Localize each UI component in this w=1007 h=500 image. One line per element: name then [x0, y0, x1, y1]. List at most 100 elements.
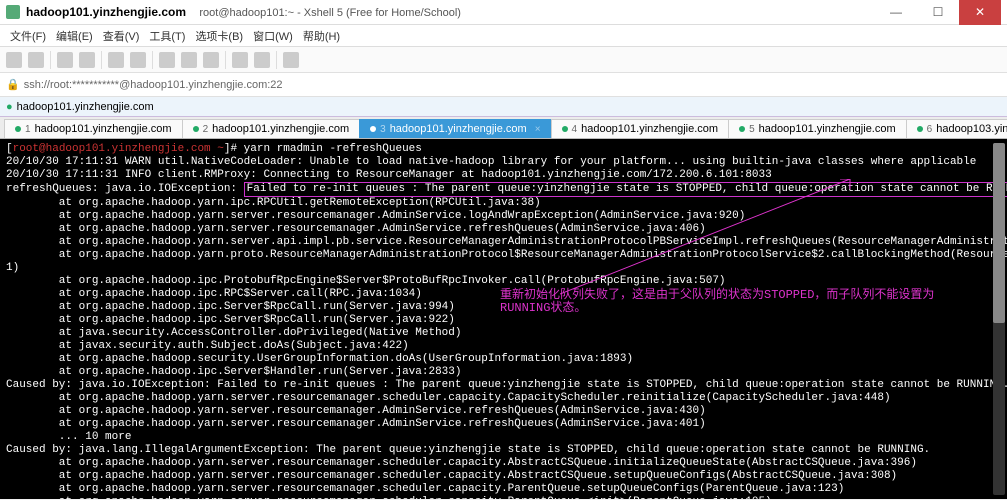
addressbar[interactable]: 🔒 ssh://root:***********@hadoop101.yinzh… [0, 73, 1007, 97]
output-line: at org.apache.hadoop.ipc.Server$RpcCall.… [6, 314, 1001, 327]
tab-num: 2 [203, 124, 209, 135]
menu-help[interactable]: 帮助(H) [299, 26, 344, 46]
lock-icon: 🔒 [6, 78, 20, 91]
terminal-scrollbar[interactable] [993, 143, 1005, 495]
local-tab[interactable]: ● hadoop101.yinzhengjie.com [0, 97, 1007, 117]
window-buttons: — ☐ ✕ [875, 0, 1001, 25]
output-line: at org.apache.hadoop.ipc.ProtobufRpcEngi… [6, 275, 1001, 288]
prompt-line: [root@hadoop101.yinzhengjie.com ~]# yarn… [6, 143, 1001, 156]
output-line: at org.apache.hadoop.yarn.server.resourc… [6, 223, 1001, 236]
output-line: at org.apache.hadoop.yarn.server.resourc… [6, 418, 1001, 431]
tab-2[interactable]: 2hadoop101.yinzhengjie.com [182, 119, 361, 138]
tab-label: hadoop101.yinzhengjie.com [390, 123, 527, 135]
output-line: 20/10/30 17:11:31 WARN util.NativeCodeLo… [6, 156, 1001, 169]
output-line: at org.apache.hadoop.ipc.Server$Handler.… [6, 366, 1001, 379]
menu-edit[interactable]: 编辑(E) [52, 26, 97, 46]
output-line: 1) [6, 262, 1001, 275]
output-line: at org.apache.hadoop.yarn.server.resourc… [6, 457, 1001, 470]
annotation-text: 重新初始化队列失败了，这是由于父队列的状态为STOPPED，而子队列不能设置为R… [500, 289, 980, 315]
output-line: at org.apache.hadoop.yarn.server.resourc… [6, 483, 1001, 496]
output-line: at org.apache.hadoop.yarn.server.resourc… [6, 470, 1001, 483]
toolbar-props-icon[interactable] [181, 52, 197, 68]
output-line: Caused by: java.io.IOException: Failed t… [6, 379, 1001, 392]
minimize-button[interactable]: — [875, 0, 917, 25]
output-line: at org.apache.hadoop.yarn.server.resourc… [6, 392, 1001, 405]
menu-view[interactable]: 查看(V) [99, 26, 144, 46]
tabstrip: 1hadoop101.yinzhengjie.com 2hadoop101.yi… [0, 117, 1007, 139]
close-button[interactable]: ✕ [959, 0, 1001, 25]
toolbar-paste-icon[interactable] [130, 52, 146, 68]
output-line: at org.apache.hadoop.yarn.server.resourc… [6, 405, 1001, 418]
tab-num: 1 [25, 124, 31, 135]
window-subtitle: root@hadoop101:~ - Xshell 5 (Free for Ho… [199, 7, 461, 19]
tab-6[interactable]: 6hadoop103.yinzhengjie.com [906, 119, 1007, 138]
status-dot-icon [193, 126, 199, 132]
toolbar-zoom-icon[interactable] [254, 52, 270, 68]
output-line: ... 10 more [6, 431, 1001, 444]
output-line: at org.apache.hadoop.yarn.proto.Resource… [6, 249, 1001, 262]
output-line: at org.apache.hadoop.yarn.server.resourc… [6, 210, 1001, 223]
toolbar-disconnect-icon[interactable] [79, 52, 95, 68]
status-dot-icon [739, 126, 745, 132]
maximize-button[interactable]: ☐ [917, 0, 959, 25]
tab-num: 3 [380, 124, 386, 135]
session-status-icon: ● [6, 101, 13, 113]
scrollbar-thumb[interactable] [993, 143, 1005, 323]
tab-4[interactable]: 4hadoop101.yinzhengjie.com [551, 119, 730, 138]
tab-num: 6 [927, 124, 933, 135]
toolbar-copy-icon[interactable] [108, 52, 124, 68]
output-line: at org.apache.hadoop.yarn.ipc.RPCUtil.ge… [6, 197, 1001, 210]
titlebar: hadoop101.yinzhengjie.com root@hadoop101… [0, 0, 1007, 25]
toolbar-reconnect-icon[interactable] [57, 52, 73, 68]
output-line: at org.apache.hadoop.yarn.server.resourc… [6, 496, 1001, 499]
output-line: at org.apache.hadoop.security.UserGroupI… [6, 353, 1001, 366]
status-dot-icon [15, 126, 21, 132]
toolbar-separator [276, 51, 277, 69]
toolbar-font-icon[interactable] [232, 52, 248, 68]
window-title: hadoop101.yinzhengjie.com root@hadoop101… [26, 5, 875, 19]
title-text: hadoop101.yinzhengjie.com [26, 5, 186, 19]
tab-label: hadoop101.yinzhengjie.com [212, 123, 349, 135]
tab-label: hadoop101.yinzhengjie.com [35, 123, 172, 135]
toolbar-separator [101, 51, 102, 69]
menubar: 文件(F) 编辑(E) 查看(V) 工具(T) 选项卡(B) 窗口(W) 帮助(… [0, 25, 1007, 47]
toolbar-open-icon[interactable] [28, 52, 44, 68]
tab-3[interactable]: 3 hadoop101.yinzhengjie.com × [359, 119, 551, 138]
tab-num: 4 [572, 124, 578, 135]
app-icon [6, 5, 20, 19]
output-line: 20/10/30 17:11:31 INFO client.RMProxy: C… [6, 169, 1001, 182]
terminal[interactable]: [root@hadoop101.yinzhengjie.com ~]# yarn… [0, 139, 1007, 499]
status-dot-icon [917, 126, 923, 132]
output-line: Caused by: java.lang.IllegalArgumentExce… [6, 444, 1001, 457]
tab-close-icon[interactable]: × [535, 124, 541, 135]
tab-1[interactable]: 1 hadoop101.yinzhengjie.com [4, 119, 183, 138]
output-line: at java.security.AccessController.doPriv… [6, 327, 1001, 340]
output-line: at org.apache.hadoop.yarn.server.api.imp… [6, 236, 1001, 249]
toolbar-search-icon[interactable] [159, 52, 175, 68]
status-dot-icon [370, 126, 376, 132]
tab-num: 5 [749, 124, 755, 135]
tab-label: hadoop101.yinzhengjie.com [581, 123, 718, 135]
toolbar-separator [225, 51, 226, 69]
tab-label: hadoop101.yinzhengjie.com [759, 123, 896, 135]
output-line: refreshQueues: java.io.IOException: Fail… [6, 182, 1001, 197]
status-dot-icon [562, 126, 568, 132]
toolbar-separator [50, 51, 51, 69]
toolbar-help-icon[interactable] [283, 52, 299, 68]
toolbar [0, 47, 1007, 73]
output-line: at javax.security.auth.Subject.doAs(Subj… [6, 340, 1001, 353]
menu-window[interactable]: 窗口(W) [249, 26, 297, 46]
command: yarn rmadmin -refreshQueues [237, 143, 422, 155]
local-tab-label: hadoop101.yinzhengjie.com [17, 101, 154, 113]
toolbar-color-icon[interactable] [203, 52, 219, 68]
highlighted-error: Failed to re-init queues : The parent qu… [244, 182, 1007, 197]
address-text: ssh://root:***********@hadoop101.yinzhen… [24, 79, 283, 91]
tab-5[interactable]: 5 hadoop101.yinzhengjie.com [728, 119, 907, 138]
menu-file[interactable]: 文件(F) [6, 26, 50, 46]
menu-tabs[interactable]: 选项卡(B) [191, 26, 247, 46]
prompt-userhost: root@hadoop101.yinzhengjie.com ~ [13, 143, 224, 155]
tab-label: hadoop103.yinzhengjie.com [936, 123, 1007, 135]
toolbar-separator [152, 51, 153, 69]
toolbar-new-icon[interactable] [6, 52, 22, 68]
menu-tools[interactable]: 工具(T) [145, 26, 189, 46]
